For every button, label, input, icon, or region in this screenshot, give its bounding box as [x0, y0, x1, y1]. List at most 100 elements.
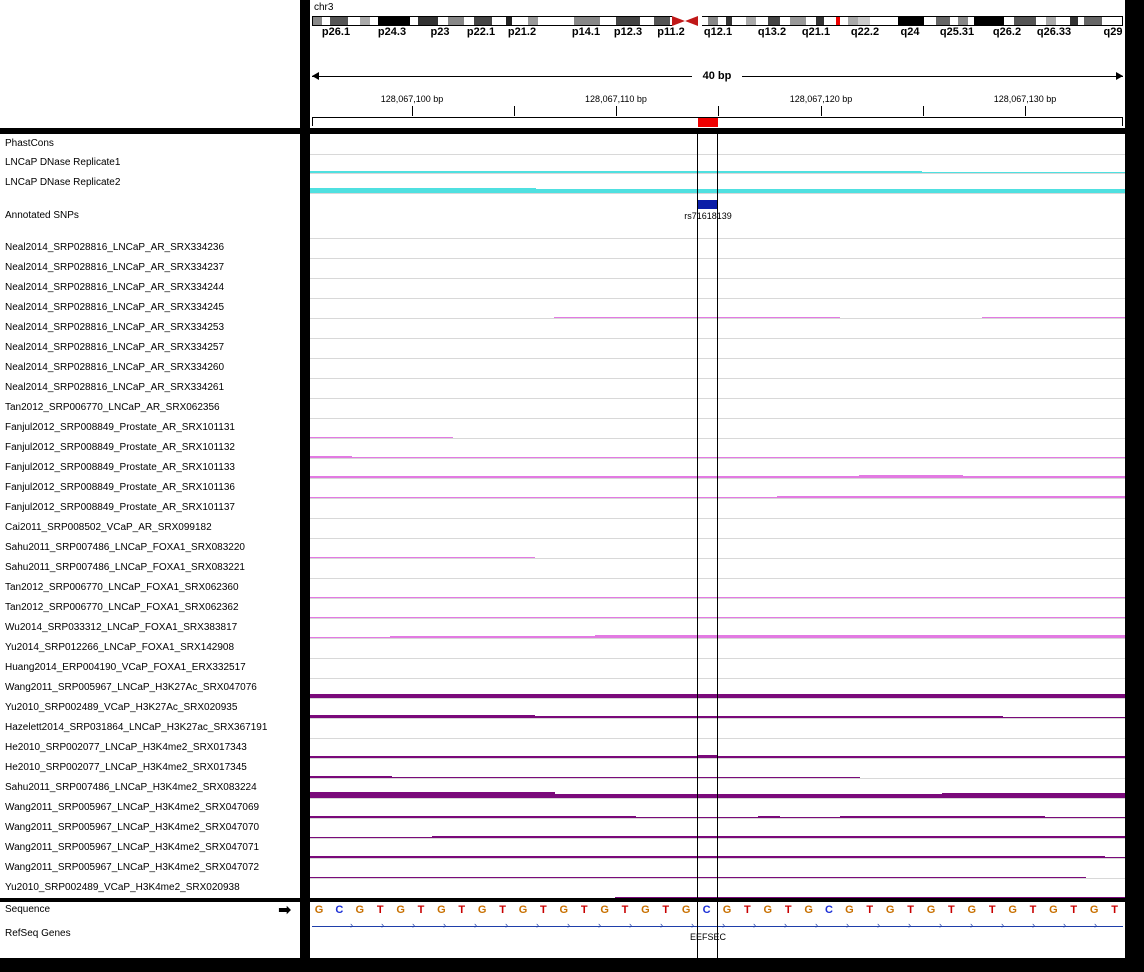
dnase-coverage-bar	[310, 188, 536, 193]
track-name[interactable]: Sahu2011_SRP007486_LNCaP_FOXA1_SRX083221	[5, 562, 245, 574]
refseq-track-name[interactable]: RefSeq Genes	[5, 928, 71, 940]
right-arrow-icon[interactable]: ➡	[278, 902, 291, 920]
track-name[interactable]: Yu2010_SRP002489_VCaP_H3K27Ac_SRX020935	[5, 702, 237, 714]
track-name[interactable]: Yu2014_SRP012266_LNCaP_FOXA1_SRX142908	[5, 642, 234, 654]
strand-arrow-icon: ›	[877, 920, 880, 930]
track-name[interactable]: Yu2010_SRP002489_VCaP_H3K4me2_SRX020938	[5, 882, 240, 894]
track-name[interactable]: Fanjul2012_SRP008849_Prostate_AR_SRX1011…	[5, 482, 235, 494]
track-name[interactable]: Hazelett2014_SRP031864_LNCaP_H3K27ac_SRX…	[5, 722, 267, 734]
track-name[interactable]: Tan2012_SRP006770_LNCaP_FOXA1_SRX062360	[5, 582, 239, 594]
track-name[interactable]: Neal2014_SRP028816_LNCaP_AR_SRX334245	[5, 302, 224, 314]
band-label[interactable]: q21.1	[802, 26, 830, 38]
sequence-base: T	[866, 904, 874, 916]
coverage-bar	[697, 755, 717, 758]
band-label[interactable]: p21.2	[508, 26, 536, 38]
coverage-bar	[310, 816, 636, 818]
coverage-bar	[780, 817, 840, 818]
sequence-base: G	[477, 904, 487, 916]
coverage-bar	[390, 636, 595, 638]
gene-name-label[interactable]: EEFSEC	[690, 932, 726, 942]
track-name[interactable]: PhastCons	[5, 138, 54, 150]
coverage-bar	[1045, 817, 1125, 818]
track-name[interactable]: Neal2014_SRP028816_LNCaP_AR_SRX334244	[5, 282, 224, 294]
band-label[interactable]: q26.33	[1037, 26, 1071, 38]
track-name[interactable]: Neal2014_SRP028816_LNCaP_AR_SRX334237	[5, 262, 224, 274]
strand-arrow-icon: ›	[629, 920, 632, 930]
span-left-arrow-icon	[312, 72, 319, 80]
sequence-base: T	[988, 904, 996, 916]
sequence-base: G	[518, 904, 528, 916]
ideogram-outline	[312, 16, 1123, 26]
strand-arrow-icon: ›	[939, 920, 942, 930]
track-name[interactable]: LNCaP DNase Replicate2	[5, 177, 120, 189]
track-names-panel: PhastCons LNCaP DNase Replicate1 LNCaP DNa…	[0, 134, 300, 898]
band-label[interactable]: q25.31	[940, 26, 974, 38]
sequence-base: G	[1089, 904, 1099, 916]
coverage-bar	[392, 777, 860, 778]
track-name[interactable]: Wang2011_SRP005967_LNCaP_H3K27Ac_SRX0470…	[5, 682, 257, 694]
dnase-coverage-bar	[536, 189, 1125, 193]
track-name[interactable]: Neal2014_SRP028816_LNCaP_AR_SRX334236	[5, 242, 224, 254]
band-label[interactable]: p11.2	[657, 26, 685, 38]
coverage-bar	[717, 756, 1125, 758]
coverage-bar	[595, 635, 1125, 638]
chromosome-ideogram[interactable]	[312, 16, 1123, 26]
track-name[interactable]: Fanjul2012_SRP008849_Prostate_AR_SRX1011…	[5, 502, 235, 514]
strand-arrow-icon: ›	[691, 920, 694, 930]
coverage-bar	[555, 794, 942, 798]
coverage-bar	[310, 856, 1105, 858]
track-name[interactable]: Neal2014_SRP028816_LNCaP_AR_SRX334253	[5, 322, 224, 334]
track-name[interactable]: Neal2014_SRP028816_LNCaP_AR_SRX334260	[5, 362, 224, 374]
band-label[interactable]: q13.2	[758, 26, 786, 38]
band-label[interactable]: p14.1	[572, 26, 600, 38]
band-label[interactable]: p26.1	[322, 26, 350, 38]
center-guide-right	[717, 134, 718, 898]
track-name[interactable]: Fanjul2012_SRP008849_Prostate_AR_SRX1011…	[5, 462, 235, 474]
track-name[interactable]: Sahu2011_SRP007486_LNCaP_H3K4me2_SRX0832…	[5, 782, 257, 794]
band-label[interactable]: q22.2	[851, 26, 879, 38]
band-label[interactable]: q12.1	[704, 26, 732, 38]
track-name[interactable]: Wu2014_SRP033312_LNCaP_FOXA1_SRX383817	[5, 622, 237, 634]
coverage-bar	[310, 837, 432, 838]
track-name[interactable]: Sahu2011_SRP007486_LNCaP_FOXA1_SRX083220	[5, 542, 245, 554]
bottom-names-panel: Sequence ➡ RefSeq Genes	[0, 902, 300, 958]
strand-arrow-icon: ›	[350, 920, 353, 930]
band-label[interactable]: q26.2	[993, 26, 1021, 38]
band-label[interactable]: p12.3	[614, 26, 642, 38]
strand-arrow-icon: ›	[474, 920, 477, 930]
ruler-label: 128,067,110 bp	[585, 94, 647, 104]
track-name[interactable]: Annotated SNPs	[5, 210, 79, 222]
track-name[interactable]: Wang2011_SRP005967_LNCaP_H3K4me2_SRX0470…	[5, 822, 259, 834]
track-name[interactable]: Tan2012_SRP006770_LNCaP_FOXA1_SRX062362	[5, 602, 239, 614]
sequence-base: T	[948, 904, 955, 916]
snp-feature	[698, 200, 718, 209]
chromosome-name[interactable]: chr3	[314, 2, 333, 13]
snp-feature-label[interactable]: rs71618139	[684, 211, 732, 221]
track-name[interactable]: Tan2012_SRP006770_LNCaP_AR_SRX062356	[5, 402, 220, 414]
track-name[interactable]: Fanjul2012_SRP008849_Prostate_AR_SRX1011…	[5, 442, 235, 454]
track-name[interactable]: Fanjul2012_SRP008849_Prostate_AR_SRX1011…	[5, 422, 235, 434]
sequence-base: G	[722, 904, 732, 916]
coverage-bar	[942, 793, 1125, 798]
sequence-base: C	[335, 904, 344, 916]
track-name[interactable]: LNCaP DNase Replicate1	[5, 157, 120, 169]
track-name[interactable]: Huang2014_ERP004190_VCaP_FOXA1_ERX332517	[5, 662, 246, 674]
track-name[interactable]: Neal2014_SRP028816_LNCaP_AR_SRX334261	[5, 382, 224, 394]
band-label[interactable]: q24	[901, 26, 920, 38]
track-name[interactable]: Neal2014_SRP028816_LNCaP_AR_SRX334257	[5, 342, 224, 354]
track-name[interactable]: Wang2011_SRP005967_LNCaP_H3K4me2_SRX0470…	[5, 842, 259, 854]
band-label[interactable]: p23	[431, 26, 450, 38]
track-name[interactable]: Wang2011_SRP005967_LNCaP_H3K4me2_SRX0470…	[5, 802, 259, 814]
sequence-base: T	[662, 904, 670, 916]
sequence-base: G	[396, 904, 405, 916]
track-name[interactable]: Wang2011_SRP005967_LNCaP_H3K4me2_SRX0470…	[5, 862, 259, 874]
track-name[interactable]: He2010_SRP002077_LNCaP_H3K4me2_SRX017343	[5, 742, 247, 754]
ruler-major-tick	[1025, 106, 1026, 116]
strand-arrow-icon: ›	[1001, 920, 1004, 930]
band-label[interactable]: p24.3	[378, 26, 406, 38]
band-label[interactable]: q29	[1104, 26, 1123, 38]
band-label[interactable]: p22.1	[467, 26, 495, 38]
sequence-track-name[interactable]: Sequence	[5, 904, 50, 916]
track-name[interactable]: He2010_SRP002077_LNCaP_H3K4me2_SRX017345	[5, 762, 247, 774]
track-name[interactable]: Cai2011_SRP008502_VCaP_AR_SRX099182	[5, 522, 212, 534]
